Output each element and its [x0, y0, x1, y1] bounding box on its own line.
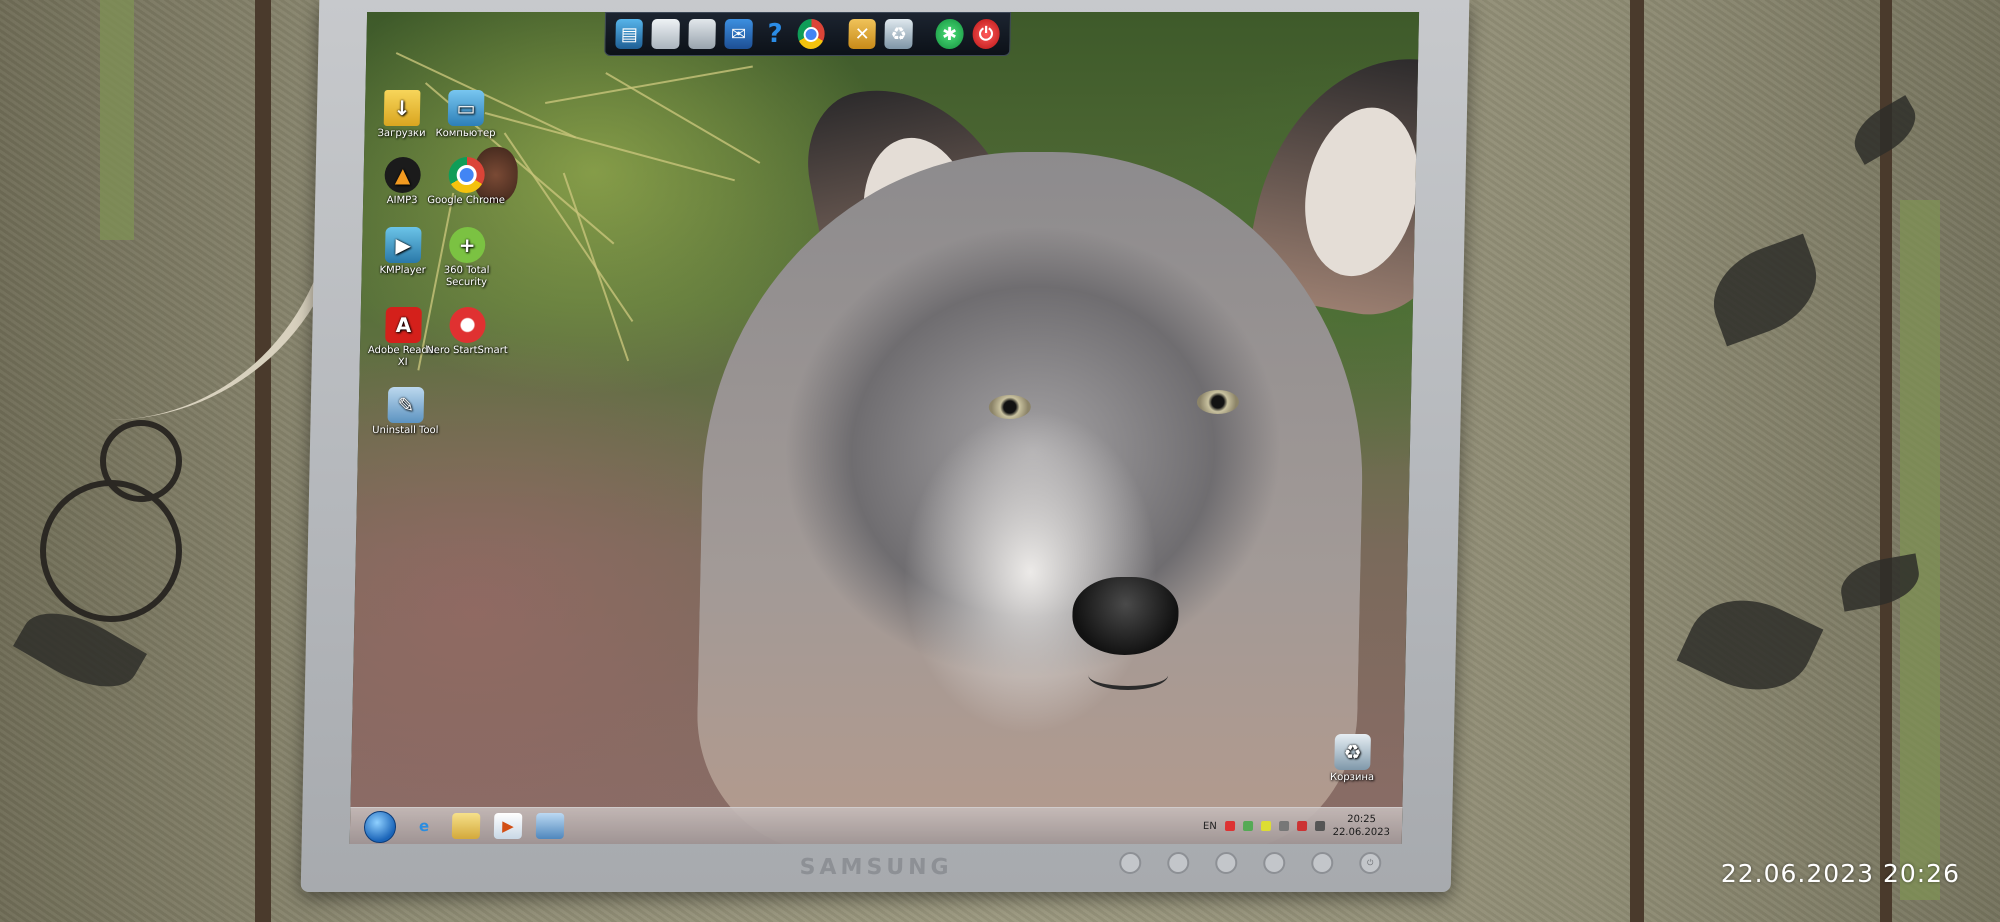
monitor-brightness-button[interactable]: [1167, 852, 1190, 874]
uninstall-tool-icon: ✎: [387, 387, 425, 423]
kmplayer-icon: ▶: [384, 227, 422, 263]
photo-timestamp: 22.06.2023 20:26: [1720, 859, 1960, 888]
wolf-mouth: [1087, 660, 1169, 690]
desktop-icon-label: Компьютер: [435, 128, 496, 139]
adobe-reader-icon: A: [385, 307, 422, 343]
desktop-wallpaper: [349, 12, 1420, 844]
mail-icon[interactable]: ✉: [724, 19, 753, 49]
screen: ▤ ✉ ? ✕ ♻ ✱ ⏻ ↓ Загрузки ▭ Компьютер ▲ A…: [349, 12, 1420, 844]
taskbar: e ▶ EN 20:25 22.06.2023: [349, 807, 1403, 844]
wallpaper-green-stripe: [1900, 200, 1940, 900]
start-button[interactable]: [363, 811, 397, 843]
wolf-head: [694, 152, 1370, 844]
desktop-icon-label: Google Chrome: [427, 195, 506, 206]
aimp-icon: ▲: [384, 157, 422, 193]
power-icon[interactable]: ⏻: [971, 19, 1000, 49]
wallpaper-flower: [100, 420, 182, 502]
wallpaper-dark-stripe: [1630, 0, 1644, 922]
clock-date: 22.06.2023: [1332, 827, 1391, 838]
flag-tray-icon[interactable]: [1296, 821, 1307, 831]
desktop-icon-label: Uninstall Tool: [372, 425, 439, 436]
system-tray: EN 20:25 22.06.2023: [1203, 810, 1391, 842]
recycle-bin-icon: ♻: [1334, 734, 1371, 770]
wallpaper-leaf: [1676, 578, 1824, 712]
monitor-buttons: ⏻: [1119, 852, 1382, 874]
security-tray-icon[interactable]: [1242, 821, 1253, 831]
network-icon[interactable]: [535, 813, 565, 839]
network-computer-icon[interactable]: ▤: [615, 19, 644, 49]
wallpaper-flower: [40, 480, 182, 622]
monitor-source-button[interactable]: [1311, 852, 1334, 874]
desktop-icon-nero[interactable]: Nero StartSmart: [426, 307, 509, 357]
monitor-menu-button[interactable]: [1119, 852, 1142, 874]
desktop-icon-label: Корзина: [1329, 772, 1375, 783]
desktop-icon-label: Nero StartSmart: [426, 345, 508, 356]
monitor-power-button[interactable]: ⏻: [1359, 852, 1382, 874]
tools-icon[interactable]: ✕: [848, 19, 877, 49]
monitor-adjust-button[interactable]: [1215, 852, 1238, 874]
tray-clock[interactable]: 20:25 22.06.2023: [1333, 813, 1391, 839]
computer-icon: ▭: [447, 90, 485, 126]
wallpaper-leaf: [1699, 233, 1831, 347]
monitor: ▤ ✉ ? ✕ ♻ ✱ ⏻ ↓ Загрузки ▭ Компьютер ▲ A…: [300, 0, 1470, 892]
drive-icon[interactable]: [688, 19, 717, 49]
chrome-icon: [448, 157, 486, 193]
drive-icon[interactable]: [651, 19, 680, 49]
quick-launch-dock: ▤ ✉ ? ✕ ♻ ✱ ⏻: [604, 12, 1012, 56]
desktop-icon-label: 360 Total Security: [443, 265, 490, 288]
desktop-icon-uninstall-tool[interactable]: ✎ Uninstall Tool: [364, 387, 447, 437]
360-security-icon: +: [448, 227, 486, 263]
chrome-icon[interactable]: [797, 19, 826, 49]
desktop-icon-recycle-bin[interactable]: ♻ Корзина: [1311, 734, 1394, 784]
recycle-bin-icon[interactable]: ♻: [884, 19, 913, 49]
language-indicator[interactable]: EN: [1203, 821, 1217, 832]
nero-icon: [449, 307, 486, 343]
desktop-icon-360-total-security[interactable]: + 360 Total Security: [425, 227, 508, 289]
antivirus-tray-icon[interactable]: [1224, 821, 1235, 831]
file-explorer-icon[interactable]: [451, 813, 481, 839]
folder-icon: ↓: [383, 90, 421, 126]
internet-explorer-icon[interactable]: e: [410, 813, 439, 839]
green-button-icon[interactable]: ✱: [935, 19, 964, 49]
desktop-icon-computer[interactable]: ▭ Компьютер: [424, 90, 507, 140]
help-icon[interactable]: ?: [761, 19, 789, 49]
volume-tray-icon[interactable]: [1314, 821, 1325, 831]
network-tray-icon[interactable]: [1278, 821, 1289, 831]
notification-tray-icon[interactable]: [1260, 821, 1271, 831]
media-player-icon[interactable]: ▶: [493, 813, 523, 839]
monitor-adjust-button[interactable]: [1263, 852, 1286, 874]
desktop-icon-google-chrome[interactable]: Google Chrome: [425, 157, 508, 207]
clock-time: 20:25: [1347, 814, 1377, 825]
